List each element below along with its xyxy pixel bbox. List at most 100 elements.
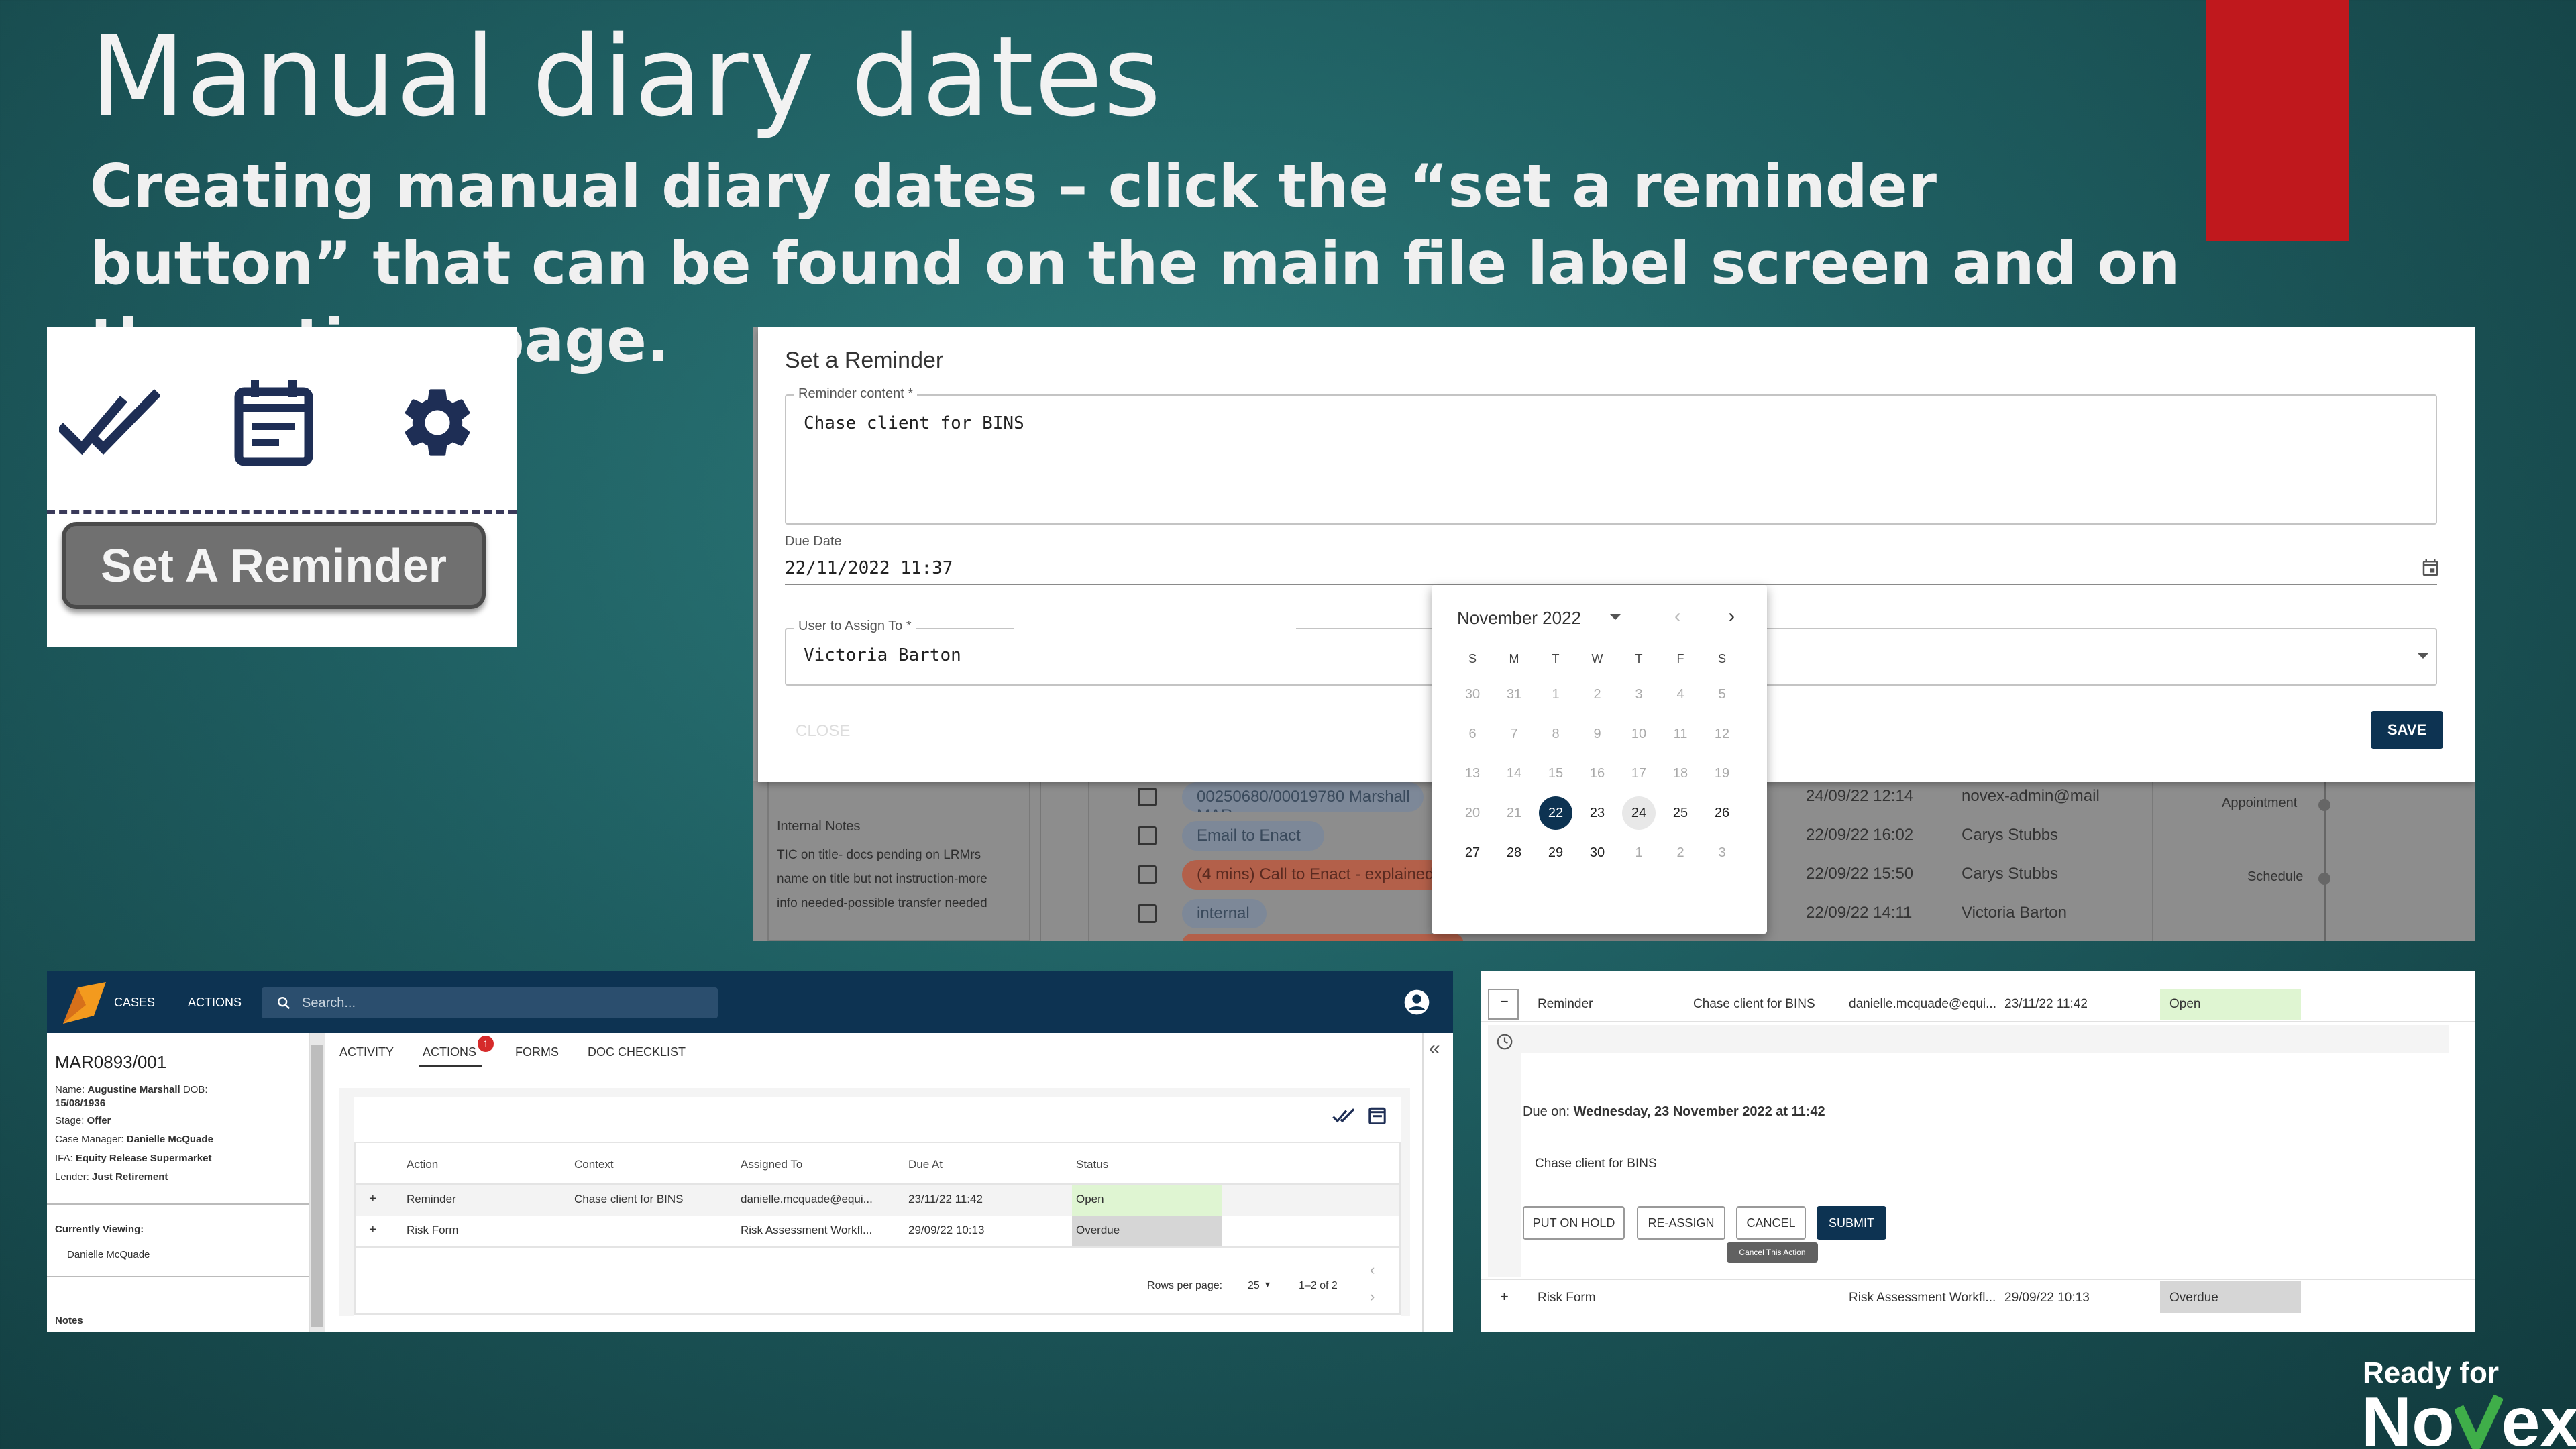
column-header-due[interactable]: Due At [908, 1158, 943, 1171]
column-header-assigned[interactable]: Assigned To [741, 1158, 802, 1171]
calendar-day[interactable]: 18 [1664, 757, 1697, 790]
calendar-day[interactable]: 15 [1539, 757, 1572, 790]
column-header-action[interactable]: Action [407, 1158, 438, 1171]
calendar-day[interactable]: 25 [1664, 796, 1697, 830]
calendar-month-label[interactable]: November 2022 [1457, 608, 1581, 629]
calendar-day[interactable]: 10 [1622, 717, 1656, 751]
save-button[interactable]: SAVE [2371, 711, 2443, 749]
prev-month-icon[interactable]: ‹ [1674, 605, 1681, 628]
currently-viewing-label: Currently Viewing: [55, 1224, 144, 1235]
calendar-day[interactable]: 13 [1456, 757, 1489, 790]
scrollbar-thumb[interactable] [311, 1045, 323, 1327]
calendar-note-icon[interactable] [1368, 1106, 1386, 1124]
chevron-down-icon[interactable]: ▾ [1265, 1279, 1270, 1290]
calendar-day[interactable]: 3 [1622, 678, 1656, 711]
calendar-day[interactable]: 17 [1622, 757, 1656, 790]
table-row[interactable] [356, 1185, 1399, 1216]
calendar-day[interactable]: 31 [1497, 678, 1531, 711]
calendar-day[interactable]: 20 [1456, 796, 1489, 830]
case-actions-panel: CASES ACTIONS Search... MAR0893/001 Name… [47, 971, 1453, 1332]
account-icon[interactable] [1403, 989, 1430, 1016]
actions-table: Action Context Assigned To Due At Status… [354, 1142, 1401, 1315]
calendar-day[interactable]: 2 [1664, 836, 1697, 869]
calendar-day[interactable]: 2 [1580, 678, 1614, 711]
calendar-day[interactable]: 23 [1580, 796, 1614, 830]
weekday-label: M [1509, 652, 1519, 665]
internal-notes-line: TIC on title- docs pending on LRMrs [777, 848, 981, 862]
search-input[interactable]: Search... [262, 987, 718, 1018]
month-dropdown-icon[interactable] [1610, 614, 1621, 620]
internal-notes-line: info needed-possible transfer needed [777, 896, 987, 910]
calendar-day[interactable]: 1 [1622, 836, 1656, 869]
search-placeholder: Search... [302, 995, 356, 1010]
tab-actions[interactable]: ACTIONS [423, 1045, 476, 1059]
calendar-day[interactable]: 8 [1539, 717, 1572, 751]
cell-context: Chase client for BINS [574, 1193, 684, 1205]
put-on-hold-button[interactable]: PUT ON HOLD [1523, 1206, 1625, 1240]
tab-forms[interactable]: FORMS [515, 1045, 559, 1059]
collapse-panel-icon[interactable]: « [1429, 1037, 1440, 1060]
app-logo-icon[interactable] [59, 978, 110, 1028]
reminder-content-value[interactable]: Chase client for BINS [804, 413, 1024, 433]
column-header-status[interactable]: Status [1076, 1158, 1108, 1171]
calendar-day[interactable]: 30 [1580, 836, 1614, 869]
top-nav-bar: CASES ACTIONS Search... [47, 971, 1453, 1033]
row-checkbox[interactable] [1138, 826, 1157, 845]
calendar-day[interactable]: 21 [1497, 796, 1531, 830]
calendar-day[interactable]: 16 [1580, 757, 1614, 790]
gear-icon[interactable] [396, 381, 479, 464]
calendar-day[interactable]: 24 [1622, 796, 1656, 830]
calendar-day[interactable]: 4 [1664, 678, 1697, 711]
submit-button[interactable]: SUBMIT [1817, 1206, 1886, 1240]
calendar-day[interactable]: 22 [1539, 796, 1572, 830]
calendar-day[interactable]: 3 [1705, 836, 1739, 869]
calendar-day[interactable]: 27 [1456, 836, 1489, 869]
calendar-day[interactable]: 19 [1705, 757, 1739, 790]
next-month-icon[interactable]: › [1728, 605, 1735, 628]
nav-actions[interactable]: ACTIONS [188, 996, 241, 1010]
column-header-context[interactable]: Context [574, 1158, 614, 1171]
calendar-day[interactable]: 12 [1705, 717, 1739, 751]
calendar-day[interactable]: 26 [1705, 796, 1739, 830]
calendar-day[interactable]: 1 [1539, 678, 1572, 711]
expand-row-icon[interactable]: + [1500, 1288, 1509, 1305]
cancel-button[interactable]: CANCEL [1736, 1206, 1806, 1240]
dropdown-arrow-icon[interactable] [2418, 653, 2428, 659]
tab-activity[interactable]: ACTIVITY [339, 1045, 394, 1059]
expand-row-icon[interactable]: + [369, 1222, 377, 1238]
row-checkbox[interactable] [1138, 904, 1157, 923]
cell-status: Open [1076, 1193, 1104, 1205]
red-accent-bar [2206, 0, 2349, 241]
reminder-dialog-panel: Internal Notes TIC on title- docs pendin… [753, 327, 2475, 941]
calendar-day[interactable]: 11 [1664, 717, 1697, 751]
reassign-button[interactable]: RE-ASSIGN [1637, 1206, 1725, 1240]
reminder-content-label: Reminder content * [794, 386, 918, 402]
due-date-input[interactable]: 22/11/2022 11:37 [785, 558, 953, 578]
prev-page-icon[interactable]: ‹ [1370, 1261, 1375, 1279]
rows-per-page-select[interactable]: 25 [1248, 1280, 1260, 1292]
calendar-day[interactable]: 9 [1580, 717, 1614, 751]
calendar-note-icon[interactable] [233, 378, 314, 466]
row-checkbox[interactable] [1138, 788, 1157, 806]
close-button[interactable]: CLOSE [796, 722, 850, 741]
tab-doc-checklist[interactable]: DOC CHECKLIST [588, 1045, 686, 1059]
calendar-day[interactable]: 28 [1497, 836, 1531, 869]
nav-cases[interactable]: CASES [114, 996, 155, 1010]
calendar-day[interactable]: 5 [1705, 678, 1739, 711]
row-checkbox[interactable] [1138, 865, 1157, 884]
expand-row-icon[interactable]: + [369, 1191, 377, 1207]
calendar-day[interactable]: 30 [1456, 678, 1489, 711]
detail-action: Risk Form [1538, 1291, 1596, 1305]
set-a-reminder-button[interactable]: Set A Reminder [62, 522, 486, 609]
calendar-day[interactable]: 7 [1497, 717, 1531, 751]
reminder-content-field[interactable] [785, 394, 2437, 525]
next-page-icon[interactable]: › [1370, 1288, 1375, 1305]
calendar-day[interactable]: 6 [1456, 717, 1489, 751]
cell-due: 29/09/22 10:13 [908, 1224, 985, 1236]
calendar-day[interactable]: 14 [1497, 757, 1531, 790]
double-check-icon[interactable] [1332, 1107, 1355, 1124]
activity-user: Victoria Barton [1962, 904, 2067, 922]
calendar-icon[interactable] [2420, 557, 2440, 578]
double-check-icon[interactable] [59, 388, 160, 462]
calendar-day[interactable]: 29 [1539, 836, 1572, 869]
